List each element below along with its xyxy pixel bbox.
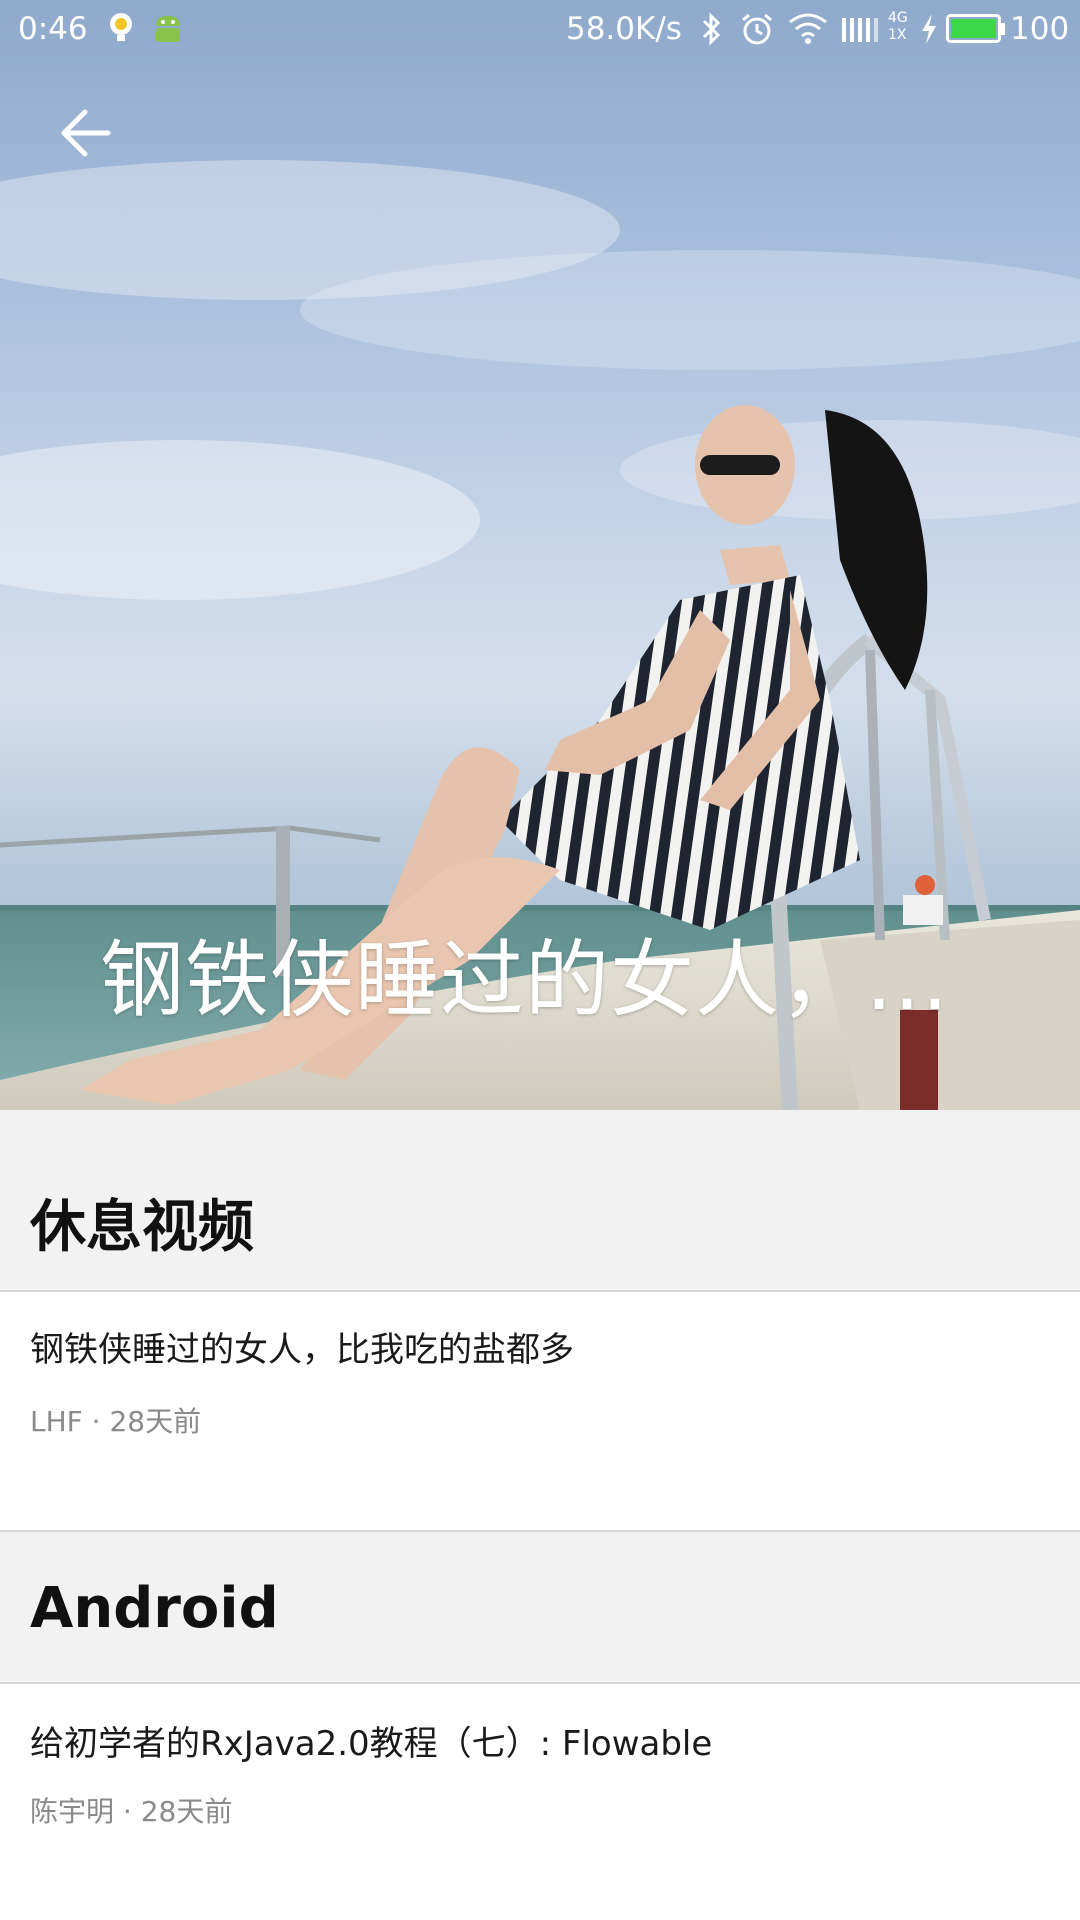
list-item[interactable]: 钢铁侠睡过的女人，比我吃的盐都多 LHF · 28天前 <box>0 1292 1080 1530</box>
screen: 0:46 58.0K/s 4G 1X 100 钢铁侠睡过的女人，比 休息视频 钢… <box>0 0 1080 1920</box>
page-title: 钢铁侠睡过的女人，比我吃的盐都多 <box>100 931 980 1029</box>
status-bar: 0:46 58.0K/s 4G 1X 100 <box>0 0 1080 62</box>
lightbulb-icon <box>108 12 134 52</box>
alarm-icon <box>740 12 774 54</box>
item-title: 给初学者的RxJava2.0教程（七）: Flowable <box>30 1724 713 1764</box>
charging-icon <box>920 12 938 54</box>
list-item[interactable]: 给初学者的RxJava2.0教程（七）: Flowable 陈宇明 · 28天前 <box>0 1684 1080 1920</box>
network-type-bottom: 1X <box>888 27 907 43</box>
signal-icon <box>842 12 884 52</box>
battery-level: 100 <box>1010 11 1070 47</box>
section-title: 休息视频 <box>30 1195 254 1260</box>
arrow-left-icon <box>59 108 111 162</box>
section-header-android: Android <box>0 1532 1080 1684</box>
bluetooth-icon <box>700 12 724 54</box>
network-type-top: 4G <box>888 10 908 26</box>
item-title: 钢铁侠睡过的女人，比我吃的盐都多 <box>30 1330 574 1370</box>
hero-image: 0:46 58.0K/s 4G 1X 100 钢铁侠睡过的女人，比 <box>0 0 1080 1110</box>
section-header-rest-video: 休息视频 <box>0 1110 1080 1292</box>
android-icon <box>152 12 184 52</box>
item-meta: LHF · 28天前 <box>30 1405 202 1438</box>
battery-icon <box>946 14 1006 52</box>
back-button[interactable] <box>40 92 130 178</box>
item-meta: 陈宇明 · 28天前 <box>30 1795 233 1828</box>
network-speed: 58.0K/s <box>566 11 682 47</box>
network-type: 4G 1X <box>888 10 912 44</box>
status-time: 0:46 <box>18 11 88 47</box>
wifi-icon <box>788 12 828 52</box>
section-title: Android <box>30 1576 279 1641</box>
